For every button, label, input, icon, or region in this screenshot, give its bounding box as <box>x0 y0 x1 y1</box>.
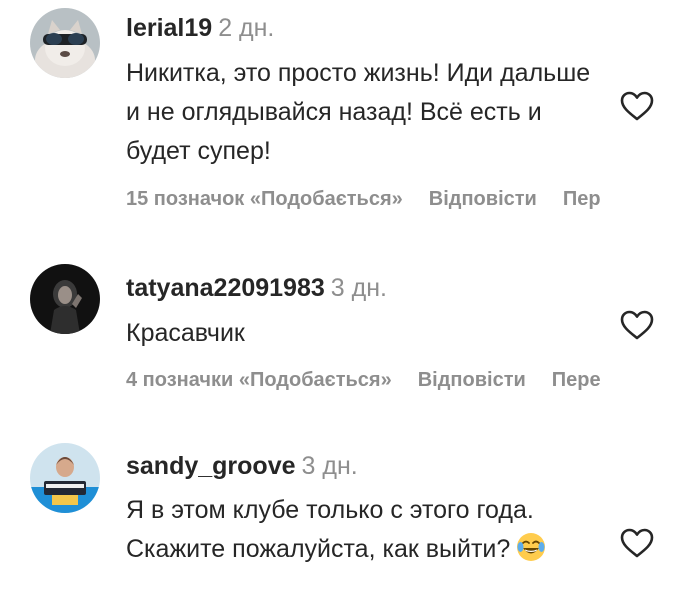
reply-button[interactable]: Відповісти <box>418 369 526 391</box>
avatar[interactable] <box>30 264 100 334</box>
comment-header: lerial19 2 дн. <box>126 12 699 44</box>
timestamp[interactable]: 2 дн. <box>218 14 274 42</box>
heart-outline-icon <box>619 527 655 559</box>
avatar[interactable] <box>30 8 100 78</box>
comment-actions: 15 позначок «Подобається» Відповісти Пер <box>126 186 627 212</box>
avatar[interactable] <box>30 443 100 513</box>
comment-text: Никитка, это просто жизнь! Иди дальше и … <box>126 59 591 165</box>
comment-actions: 4 позначки «Подобається» Відповісти Пере <box>126 367 627 393</box>
face-with-tears-of-joy-emoji <box>516 532 546 562</box>
heart-outline-icon <box>619 309 655 341</box>
like-button[interactable] <box>619 309 655 341</box>
comment-header: tatyana22091983 3 дн. <box>126 272 699 304</box>
username[interactable]: lerial19 <box>126 14 212 42</box>
reply-button[interactable]: Відповісти <box>429 188 537 210</box>
translate-button[interactable]: Пере <box>552 369 601 391</box>
username[interactable]: sandy_groove <box>126 452 296 480</box>
comment-text: Красавчик <box>126 319 245 347</box>
like-button[interactable] <box>619 90 655 122</box>
timestamp[interactable]: 3 дн. <box>331 274 387 302</box>
comment-text-body: Я в этом клубе только с этого года. Скаж… <box>126 496 534 563</box>
username[interactable]: tatyana22091983 <box>126 274 325 302</box>
comment-header: sandy_groove 3 дн. <box>126 450 699 482</box>
likes-count-link[interactable]: 15 позначок «Подобається» <box>126 188 403 210</box>
likes-count-link[interactable]: 4 позначки «Подобається» <box>126 369 392 391</box>
translate-button[interactable]: Пер <box>563 188 601 210</box>
like-button[interactable] <box>619 527 655 559</box>
comment-text: Я в этом клубе только с этого года. Скаж… <box>126 491 596 569</box>
timestamp[interactable]: 3 дн. <box>302 452 358 480</box>
heart-outline-icon <box>619 90 655 122</box>
